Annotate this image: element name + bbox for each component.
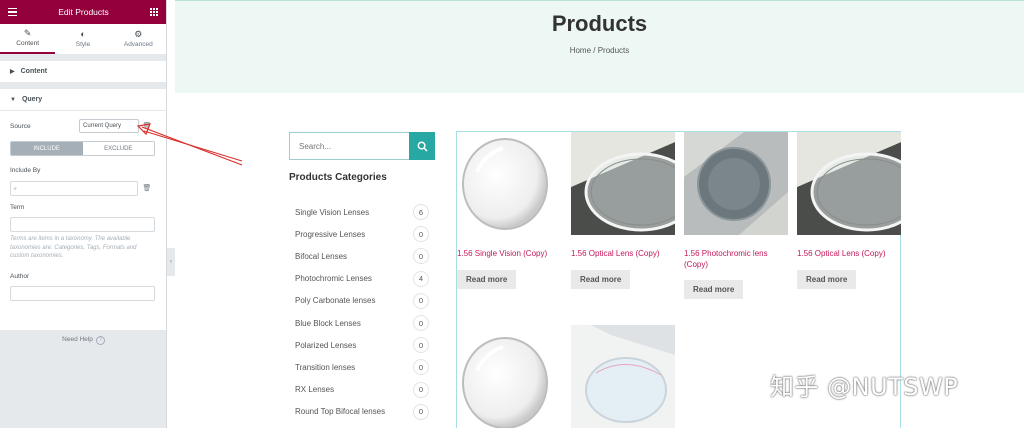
- panel-title: Edit Products: [58, 7, 109, 17]
- category-name: Single Vision Lenses: [295, 207, 370, 217]
- section-content-toggle[interactable]: ▶ Content: [0, 61, 166, 83]
- tab-label: Content: [16, 40, 40, 47]
- product-title[interactable]: 1.56 Optical Lens (Copy): [571, 249, 675, 260]
- caret-right-icon: ▶: [10, 69, 15, 75]
- category-name: Blue Block Lenses: [295, 318, 361, 328]
- product-card: [571, 325, 675, 428]
- category-count: 0: [413, 292, 429, 309]
- term-help-text: Terms are items in a taxonomy. The avail…: [10, 236, 137, 259]
- product-search: [289, 132, 435, 160]
- category-count: 0: [413, 248, 429, 265]
- search-icon: [417, 141, 428, 152]
- product-title[interactable]: 1.56 Photochromic lens (Copy): [684, 249, 788, 270]
- trash-icon[interactable]: 🗑: [140, 181, 154, 195]
- widgets-grid-icon[interactable]: [150, 8, 158, 16]
- category-name: Progressive Lenses: [295, 229, 366, 239]
- caret-down-icon: ▼: [10, 96, 16, 103]
- product-image[interactable]: [457, 132, 561, 235]
- category-count: 4: [413, 270, 429, 287]
- product-card: 1.56 Optical Lens (Copy) Read more: [797, 132, 901, 289]
- read-more-button[interactable]: Read more: [571, 269, 631, 289]
- read-more-button[interactable]: Read more: [684, 280, 744, 299]
- product-image[interactable]: [571, 325, 675, 428]
- tab-content[interactable]: ✎ Content: [0, 24, 56, 54]
- contrast-icon: ◐: [80, 29, 86, 39]
- category-item[interactable]: Blue Block Lenses 0: [289, 312, 429, 334]
- term-label: Term: [10, 204, 25, 211]
- category-count: 0: [413, 337, 429, 354]
- category-count: 0: [413, 226, 429, 243]
- page-title: Products: [551, 11, 648, 36]
- panel-tabs: ✎ Content ◐ Style ⚙ Advanced: [0, 24, 166, 55]
- category-item[interactable]: Transition lenses 0: [289, 356, 429, 378]
- category-item[interactable]: Single Vision Lenses 6: [289, 201, 429, 223]
- tab-advanced[interactable]: ⚙ Advanced: [111, 24, 166, 54]
- product-image[interactable]: [797, 132, 901, 235]
- page-hero: Products Home / Products: [175, 0, 1024, 93]
- category-item[interactable]: Round Top Bifocal lenses 0: [289, 401, 429, 423]
- section-label: Content: [20, 68, 48, 75]
- product-card: [457, 325, 561, 428]
- gear-icon: ⚙: [134, 29, 143, 39]
- category-item[interactable]: Poly Carbonate lenses 0: [289, 290, 429, 312]
- product-title[interactable]: 1.56 Optical Lens (Copy): [797, 249, 901, 260]
- panel-header: Edit Products: [0, 0, 166, 24]
- search-button[interactable]: [409, 132, 435, 160]
- category-name: Poly Carbonate lenses: [295, 296, 376, 306]
- categories-title: Products Categories: [289, 172, 387, 183]
- category-count: 0: [413, 315, 429, 332]
- pencil-icon: ✎: [23, 28, 32, 38]
- include-by-label: Include By: [10, 167, 41, 174]
- need-help-label: Need Help: [62, 336, 93, 343]
- chevron-left-icon: ‹: [170, 259, 172, 265]
- need-help-link[interactable]: Need Help?: [0, 336, 167, 345]
- question-icon: ?: [95, 336, 105, 345]
- annotation-arrow: [136, 123, 243, 166]
- category-item[interactable]: Bifocal Lenses 0: [289, 245, 429, 267]
- editor-panel: Edit Products ✎ Content ◐ Style ⚙ Advanc…: [0, 0, 167, 428]
- category-count: 0: [413, 381, 429, 398]
- search-input[interactable]: [289, 132, 409, 160]
- read-more-button[interactable]: Read more: [797, 269, 857, 289]
- author-label: Author: [10, 273, 30, 280]
- plus-icon: +: [13, 186, 18, 193]
- category-item[interactable]: Photochromic Lenses 4: [289, 268, 429, 290]
- category-item[interactable]: Polarized Lenses 0: [289, 334, 429, 356]
- category-name: Photochromic Lenses: [295, 274, 372, 284]
- category-item[interactable]: Progressive Lenses 0: [289, 223, 429, 245]
- author-input[interactable]: [10, 286, 155, 301]
- product-image[interactable]: [571, 132, 675, 235]
- source-label: Source: [10, 123, 31, 130]
- section-label: Query: [21, 96, 43, 103]
- category-count: 6: [413, 204, 429, 221]
- category-name: Bifocal Lenses: [295, 251, 348, 261]
- tab-label: Style: [75, 41, 91, 48]
- category-name: Round Top Bifocal lenses: [295, 407, 386, 417]
- product-card: 1.56 Single Vision (Copy) Read more: [457, 132, 561, 289]
- product-title[interactable]: 1.56 Single Vision (Copy): [457, 249, 561, 260]
- include-by-select[interactable]: [10, 181, 138, 196]
- collapse-panel-handle[interactable]: ‹: [167, 248, 175, 276]
- tab-label: Advanced: [123, 41, 153, 48]
- read-more-button[interactable]: Read more: [457, 269, 517, 289]
- section-query-toggle[interactable]: ▼ Query: [0, 89, 166, 111]
- category-count: 0: [413, 359, 429, 376]
- term-input[interactable]: [10, 217, 155, 232]
- category-item[interactable]: RX Lenses 0: [289, 379, 429, 401]
- product-image[interactable]: [457, 325, 561, 428]
- menu-icon[interactable]: [8, 7, 17, 17]
- tab-style[interactable]: ◐ Style: [55, 24, 110, 54]
- product-card: 1.56 Optical Lens (Copy) Read more: [571, 132, 675, 289]
- category-name: RX Lenses: [295, 385, 335, 395]
- breadcrumb: Home / Products: [569, 46, 630, 55]
- category-list: Single Vision Lenses 6 Progressive Lenses…: [289, 201, 429, 423]
- category-count: 0: [413, 403, 429, 420]
- include-tab[interactable]: INCLUDE: [11, 142, 83, 155]
- product-image[interactable]: [684, 132, 788, 235]
- category-name: Polarized Lenses: [295, 340, 357, 350]
- product-card: 1.56 Photochromic lens (Copy) Read more: [684, 132, 788, 299]
- watermark: 知乎 @NUTSWP: [770, 373, 959, 401]
- category-name: Transition lenses: [295, 362, 356, 372]
